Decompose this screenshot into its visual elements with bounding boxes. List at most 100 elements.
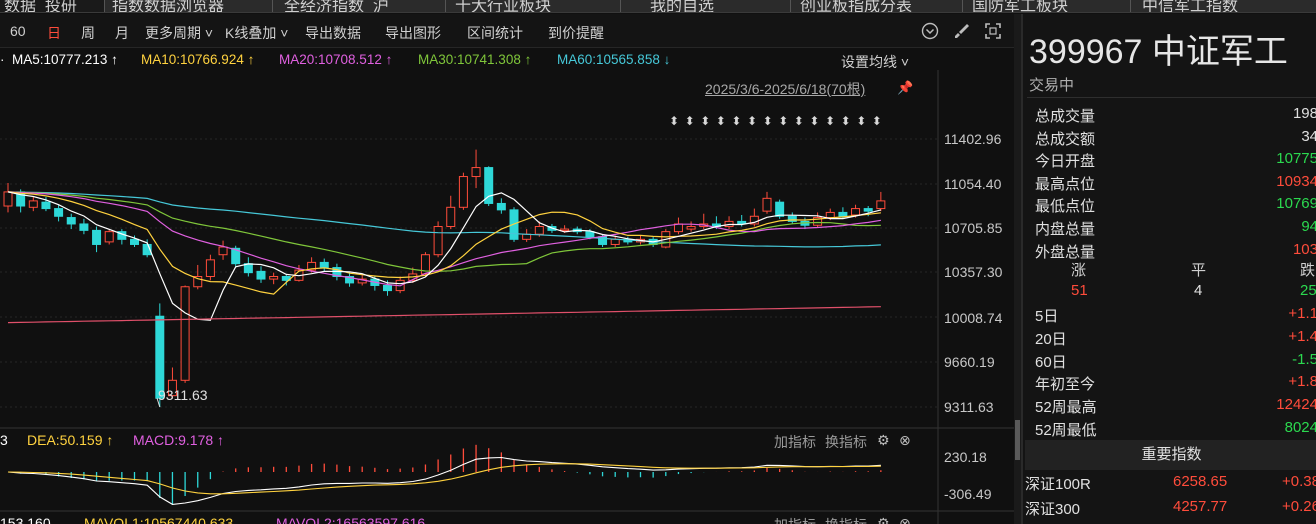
candle-down[interactable] — [54, 208, 64, 217]
candle-down[interactable] — [66, 217, 76, 225]
switch-indicator-button[interactable]: 换指标 — [825, 515, 867, 524]
breadth-down-count: 25 — [1300, 282, 1316, 299]
macd-label: MACD:9.178 ↑ — [133, 432, 225, 448]
candle-up[interactable] — [104, 231, 114, 243]
signal-arrow-icon: ⬍ — [716, 114, 726, 128]
perf-key: 52周最低 — [1035, 422, 1097, 439]
performance-row: 20日 +1.4 — [1035, 328, 1316, 350]
index-value: 6258.65 — [1173, 473, 1228, 490]
candle-down[interactable] — [775, 201, 785, 217]
signal-arrow-icon: ⬍ — [809, 114, 819, 128]
signal-arrow-icon: ⬍ — [841, 114, 851, 128]
index-title: 399967 中证军工 — [1029, 33, 1288, 71]
breadth-flat-label: 平 — [1191, 262, 1207, 279]
perf-key: 60日 — [1035, 353, 1067, 371]
candle-down[interactable] — [585, 231, 595, 238]
signal-arrow-icon: ⬍ — [747, 114, 757, 128]
candle-down[interactable] — [383, 284, 392, 292]
candle-down[interactable] — [496, 202, 506, 211]
breadth-flat-count: 4 — [1194, 282, 1203, 299]
breadth-up-count: 51 — [1071, 282, 1088, 299]
candle-down[interactable] — [92, 229, 102, 245]
close-icon[interactable]: ⊗ — [899, 432, 911, 449]
candle-down[interactable] — [256, 270, 266, 280]
set-ma-label: 设置均线 — [841, 54, 897, 70]
candle-up[interactable] — [3, 191, 13, 207]
set-ma-dropdown[interactable]: 设置均线 ˅ — [841, 52, 909, 72]
perf-value: +1.8 — [1288, 373, 1316, 391]
price-axis-tick: 10008.74 — [944, 310, 1003, 326]
index-row[interactable]: 深证300 4257.77 +0.26 — [1025, 498, 1316, 522]
add-indicator-button[interactable]: 加指标 — [774, 432, 816, 452]
signal-arrow-icon: ⬍ — [700, 114, 710, 128]
index-change: +0.38 — [1282, 473, 1316, 490]
candle-down[interactable] — [863, 208, 873, 212]
candle-up[interactable] — [825, 211, 835, 219]
perf-key: 52周最高 — [1035, 399, 1097, 417]
candle-up[interactable] — [876, 200, 886, 210]
ma60-label: MA60:10565.858 ↓ — [557, 52, 671, 67]
candle-up[interactable] — [218, 246, 228, 256]
signal-arrow-icon: ⬍ — [685, 114, 695, 128]
candle-down[interactable] — [79, 223, 89, 231]
candle-up[interactable] — [446, 206, 456, 228]
ma20-label: MA20:10708.512 ↑ — [279, 52, 393, 67]
index-row[interactable]: 深证100R 6258.65 +0.38 — [1025, 473, 1316, 497]
candle-up[interactable] — [686, 226, 696, 230]
candle-down[interactable] — [155, 315, 165, 399]
low-price-marker: 9311.63 — [158, 387, 208, 403]
signal-arrow-icon: ⬍ — [825, 114, 835, 128]
quote-value: 198 — [1292, 105, 1316, 122]
candle-up[interactable] — [560, 228, 570, 232]
candle-down[interactable] — [41, 201, 51, 210]
chart-scroll-thumb[interactable] — [1015, 420, 1020, 460]
quote-row: 内盘总量 94 — [1035, 218, 1316, 240]
price-axis-tick: 9660.19 — [944, 354, 995, 370]
quote-key: 今日开盘 — [1035, 153, 1096, 171]
performance-row: 年初至今 +1.8 — [1035, 373, 1316, 395]
candle-down[interactable] — [838, 211, 848, 217]
candle-up[interactable] — [610, 238, 620, 245]
candle-up[interactable] — [205, 259, 215, 277]
key-indices-header: 重要指数 — [1025, 440, 1316, 470]
price-axis-tick: 11402.96 — [944, 131, 1002, 147]
candle-up[interactable] — [534, 226, 544, 235]
ma-legend-dot: · — [0, 52, 5, 67]
gear-icon[interactable]: ⚙ — [877, 515, 890, 524]
performance-row: 52周最高 12424 — [1035, 396, 1316, 418]
add-indicator-button[interactable]: 加指标 — [774, 515, 816, 524]
perf-value: 12424 — [1276, 396, 1316, 414]
perf-value: 8024 — [1284, 419, 1316, 436]
quote-row: 今日开盘 10775 — [1035, 150, 1316, 172]
candle-down[interactable] — [130, 238, 139, 245]
switch-indicator-button[interactable]: 换指标 — [825, 432, 867, 452]
candle-up[interactable] — [851, 208, 861, 216]
quote-value: 94 — [1301, 218, 1316, 235]
quote-row: 总成交量 198 — [1035, 105, 1316, 127]
candle-down[interactable] — [319, 261, 329, 269]
pin-icon[interactable]: 📌 — [897, 80, 913, 96]
candle-up[interactable] — [180, 286, 190, 381]
quote-key: 总成交额 — [1035, 130, 1096, 148]
ma30-label: MA30:10741.308 ↑ — [418, 52, 532, 67]
candle-up[interactable] — [28, 200, 38, 208]
macd-axis-tick: -306.49 — [944, 486, 992, 502]
candle-up[interactable] — [458, 176, 468, 208]
candle-up[interactable] — [433, 226, 443, 256]
perf-value: -1.5 — [1292, 350, 1316, 368]
date-range-link[interactable]: 2025/3/6-2025/6/18(70根) — [705, 79, 865, 99]
candle-up[interactable] — [471, 167, 481, 178]
candle-up[interactable] — [269, 275, 279, 280]
price-axis-tick: 9311.63 — [944, 399, 994, 415]
breadth-up-label: 涨 — [1071, 262, 1087, 279]
performance-row: 60日 -1.5 — [1035, 351, 1316, 373]
dif-label: 3 — [0, 432, 8, 448]
chevron-down-icon: ˅ — [897, 54, 910, 70]
signal-arrow-icon: ⬍ — [794, 114, 804, 128]
gear-icon[interactable]: ⚙ — [877, 432, 890, 449]
price-axis-tick: 10705.85 — [944, 220, 1003, 236]
candle-up[interactable] — [762, 197, 772, 212]
mavol1-label: MAVOL1:10567440.633 — [84, 515, 234, 524]
tab-7[interactable]: 中信军工指数 — [1142, 0, 1238, 12]
close-icon[interactable]: ⊗ — [899, 515, 911, 524]
